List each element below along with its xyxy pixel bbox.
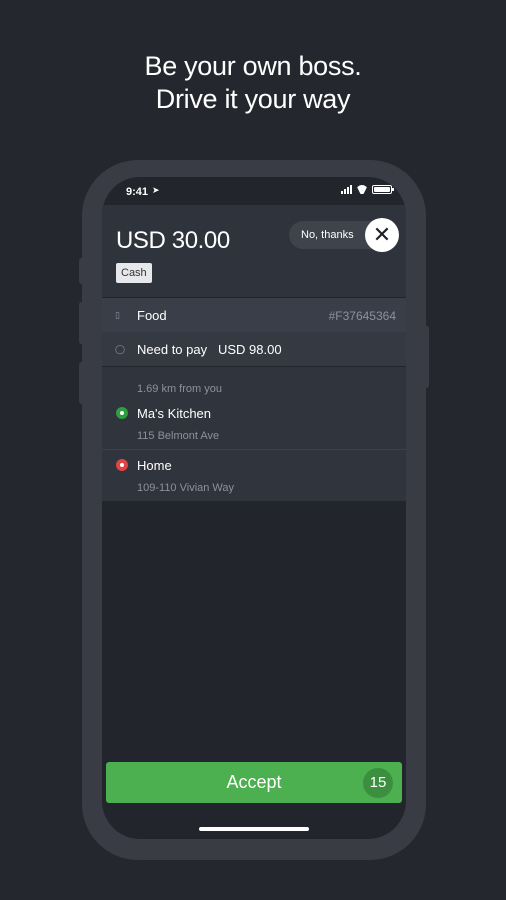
- phone-side-button: [79, 302, 84, 344]
- battery-icon: [372, 185, 394, 194]
- need-to-pay-value: USD 98.00: [218, 342, 282, 357]
- pickup-marker-icon: [116, 407, 128, 419]
- wifi-icon: [356, 185, 368, 194]
- promo-line-1: Be your own boss.: [144, 51, 362, 81]
- pickup-name: Ma's Kitchen: [137, 406, 212, 421]
- status-icons: [341, 185, 394, 194]
- promo-line-2: Drive it your way: [155, 84, 351, 114]
- location-arrow-icon: ➤: [152, 185, 160, 195]
- accept-button[interactable]: Accept: [106, 762, 402, 803]
- phone-side-button: [424, 326, 429, 388]
- dropoff-marker-icon: [116, 459, 128, 471]
- need-to-pay-row: ◯ Need to pay USD 98.00: [102, 332, 406, 366]
- order-category: Food: [137, 308, 167, 323]
- phone-screen: 9:41 ➤ USD 30.00 Cash No, thanks ✕ ▯ Foo…: [102, 177, 406, 839]
- need-to-pay-label: Need to pay: [137, 342, 208, 357]
- order-id: #F37645364: [328, 309, 396, 323]
- bag-icon: ▯: [115, 310, 120, 320]
- info-icon: ◯: [115, 344, 126, 354]
- accept-label: Accept: [226, 772, 282, 792]
- signal-icon: [341, 185, 352, 194]
- decline-label: No, thanks: [301, 229, 354, 241]
- accept-timer: 15: [363, 768, 393, 798]
- phone-side-button: [79, 362, 84, 404]
- order-amount: USD 30.00: [116, 227, 230, 254]
- close-icon[interactable]: ✕: [365, 218, 399, 252]
- pickup-distance: 1.69 km from you: [137, 383, 222, 395]
- order-category-row: ▯ Food #F37645364: [102, 298, 406, 332]
- dropoff-address: 109-110 Vivian Way: [137, 482, 235, 494]
- route-divider: [102, 449, 406, 450]
- pickup-address: 115 Belmont Ave: [137, 430, 220, 442]
- payment-method-badge: Cash: [116, 263, 152, 283]
- phone-side-button: [79, 258, 84, 284]
- dropoff-name: Home: [137, 458, 172, 473]
- status-time: 9:41: [126, 186, 149, 198]
- promo-headline: Be your own boss. Drive it your way: [0, 50, 506, 116]
- status-bar: 9:41 ➤: [102, 177, 406, 205]
- home-indicator[interactable]: [199, 827, 309, 831]
